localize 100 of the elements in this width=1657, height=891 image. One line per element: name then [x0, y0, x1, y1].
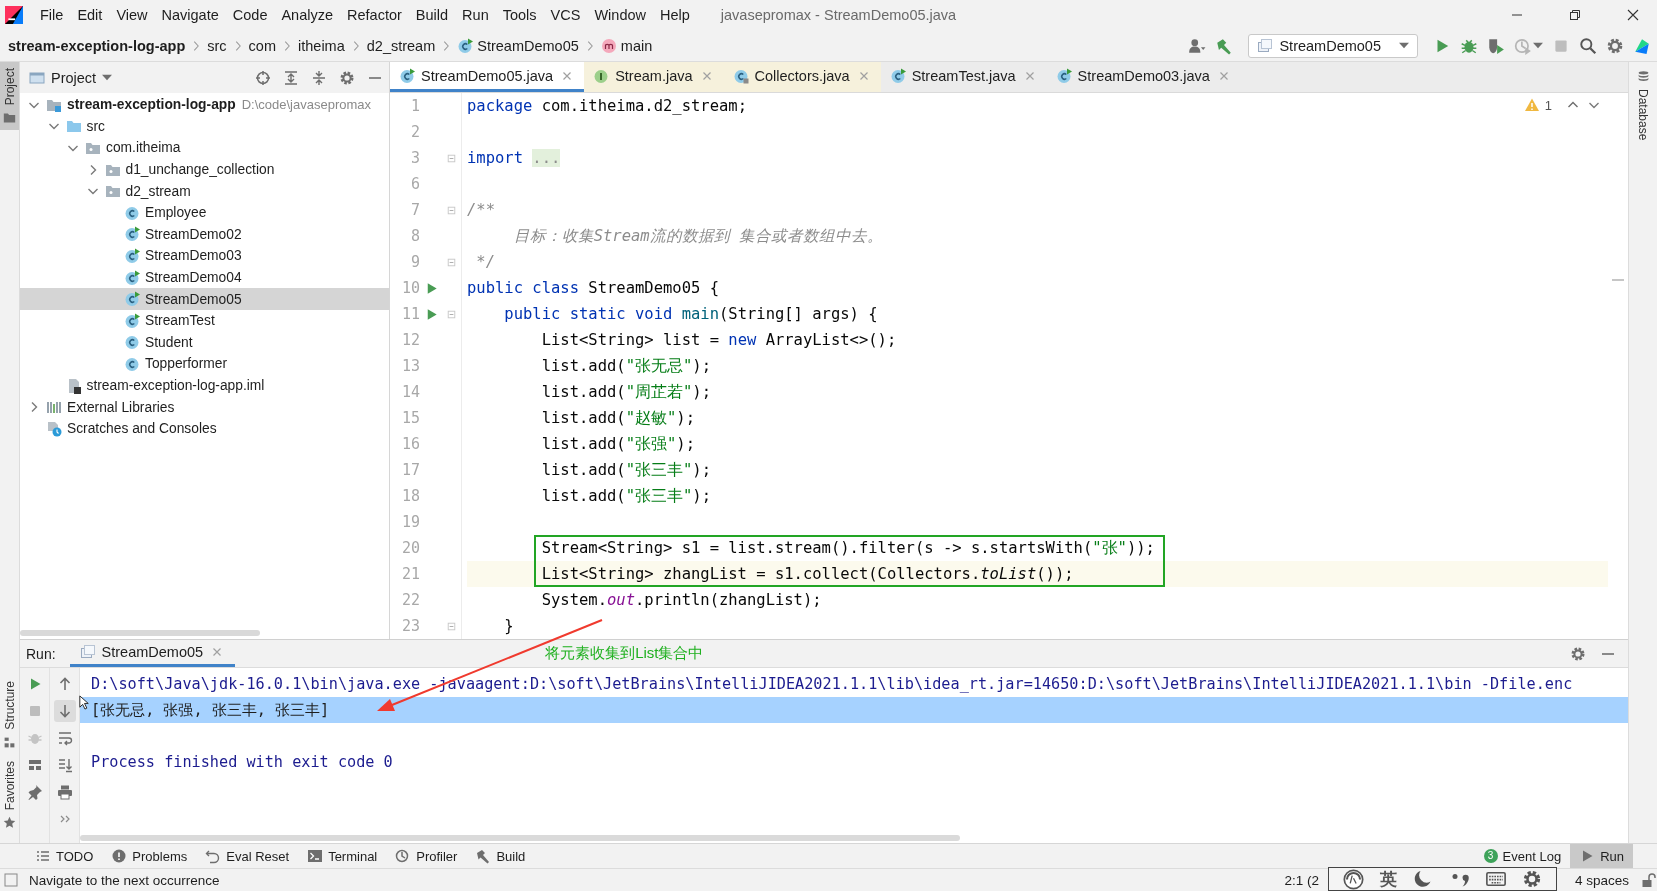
breadcrumb[interactable]: src — [207, 37, 227, 54]
run-config-dropdown[interactable]: StreamDemo05 — [1248, 33, 1418, 58]
padlock-icon[interactable] — [1641, 872, 1657, 888]
tool-window-tab[interactable]: Problems — [102, 844, 197, 868]
tool-window-tab[interactable]: Terminal — [298, 844, 387, 868]
editor-tab[interactable]: Stream.java — [584, 62, 724, 92]
arrow-down-button[interactable] — [53, 700, 76, 722]
line-number: 11 — [400, 305, 420, 323]
caret-icon — [102, 74, 113, 81]
tree-item[interactable]: StreamDemo03 — [20, 245, 389, 267]
tree-item[interactable]: StreamDemo04 — [20, 266, 389, 289]
breadcrumb[interactable]: stream-exception-log-app — [8, 37, 186, 54]
tree-item[interactable]: StreamDemo02 — [20, 223, 389, 246]
class-icon — [124, 291, 140, 308]
side-tab[interactable]: Favorites — [0, 754, 19, 835]
scrollbar[interactable] — [80, 835, 960, 841]
menu-item[interactable]: Navigate — [154, 7, 226, 23]
line-number: 13 — [400, 357, 420, 375]
breadcrumb[interactable]: StreamDemo05 — [457, 37, 579, 54]
terminal-icon — [307, 848, 324, 864]
menu-item[interactable]: Analyze — [274, 7, 341, 23]
crosshair-icon[interactable] — [255, 69, 271, 86]
line-number: 6 — [409, 175, 420, 193]
ime-mode[interactable]: 英 — [1380, 867, 1398, 891]
breadcrumb[interactable]: main — [600, 37, 653, 54]
class-icon — [124, 355, 140, 372]
menu-item[interactable]: File — [33, 7, 71, 23]
tree-item[interactable]: d2_stream — [20, 180, 389, 202]
keyboard-icon[interactable] — [1485, 869, 1506, 889]
panel-title[interactable]: Project — [29, 69, 113, 86]
caret-icon[interactable] — [1533, 42, 1543, 49]
editor-tab[interactable]: StreamTest.java — [880, 62, 1047, 92]
soft-wrap-icon[interactable] — [56, 730, 73, 746]
shield-play-icon[interactable] — [1487, 36, 1505, 55]
settings-icon[interactable] — [1521, 869, 1542, 889]
side-tab[interactable]: Structure — [0, 674, 19, 755]
caret-icon — [1399, 42, 1409, 49]
editor-tab[interactable]: StreamDemo05.java — [390, 62, 585, 92]
scroll-to-end-icon[interactable] — [56, 757, 73, 773]
cursor-position[interactable]: 2:1 (2 — [1284, 872, 1319, 888]
breadcrumb[interactable]: com — [248, 37, 276, 54]
line-number: 10 — [400, 279, 420, 297]
menu-item[interactable]: View — [109, 7, 155, 23]
tree-item[interactable]: Student — [20, 331, 389, 354]
print-icon[interactable] — [56, 784, 73, 800]
menu-item[interactable]: Help — [653, 7, 697, 23]
tree-item[interactable]: StreamTest — [20, 309, 389, 332]
menu-item[interactable]: Window — [587, 7, 653, 23]
editor-tab[interactable]: StreamDemo03.java — [1046, 62, 1241, 92]
menu-item[interactable]: Code — [225, 7, 275, 23]
line-number: 1 — [409, 97, 420, 115]
line-number: 2 — [409, 123, 420, 141]
side-tab[interactable]: Project — [0, 62, 19, 131]
menu-item[interactable]: Run — [455, 7, 496, 23]
tool-window-tab[interactable]: Run — [1570, 844, 1633, 868]
ime-logo-icon[interactable] — [1343, 868, 1365, 890]
collapse-all-icon[interactable] — [311, 69, 327, 86]
breadcrumb[interactable]: itheima — [298, 37, 345, 54]
scrollbar[interactable] — [20, 630, 260, 636]
layout-icon[interactable] — [26, 757, 43, 773]
side-tab[interactable]: Database — [1629, 62, 1657, 147]
warning-count[interactable]: 1 — [1544, 97, 1552, 113]
expand-all-icon[interactable] — [283, 69, 299, 86]
tree-item[interactable]: stream-exception-log-app D:\code\javasepromax — [20, 94, 389, 116]
app-logo-icon[interactable] — [5, 6, 23, 24]
tool-window-tab[interactable]: Eval Reset — [196, 844, 299, 868]
indent-setting[interactable]: 4 spaces — [1574, 872, 1629, 888]
settings-icon[interactable] — [1570, 645, 1586, 662]
line-number: 12 — [400, 331, 420, 349]
window-icon — [79, 644, 96, 660]
tool-window-tab[interactable]: 3 Event Log — [1474, 844, 1571, 868]
tree-item[interactable]: src — [20, 115, 389, 138]
tree-item[interactable]: Employee — [20, 201, 389, 224]
hammer-icon[interactable] — [1215, 36, 1234, 55]
search-icon[interactable] — [1579, 36, 1597, 55]
tree-item[interactable]: StreamDemo05 — [20, 288, 389, 310]
tree-item[interactable]: stream-exception-log-app.iml — [20, 374, 389, 397]
problems-icon — [111, 848, 128, 864]
menu-item[interactable]: Edit — [70, 7, 110, 23]
tree-item[interactable]: com.itheima — [20, 137, 389, 159]
tool-window-tab[interactable]: TODO — [26, 844, 103, 868]
menu-item[interactable]: Refactor — [340, 7, 409, 23]
tree-item[interactable]: Scratches and Consoles — [20, 417, 389, 440]
pin-icon[interactable] — [26, 784, 43, 800]
console-tab[interactable]: StreamDemo05 — [69, 640, 236, 667]
menu-item[interactable]: Tools — [495, 7, 544, 23]
folder-icon — [65, 118, 82, 135]
menu-item[interactable]: VCS — [543, 7, 588, 23]
tree-item[interactable]: Topperformer — [20, 353, 389, 375]
editor-tab[interactable]: Collectors.java — [723, 62, 881, 92]
menu-item[interactable]: Build — [408, 7, 456, 23]
class-icon — [732, 67, 749, 84]
tool-window-tab[interactable]: Profiler — [386, 844, 467, 868]
tree-item[interactable]: d1_unchange_collection — [20, 158, 389, 181]
breadcrumb[interactable]: d2_stream — [366, 37, 436, 54]
tree-item[interactable]: External Libraries — [20, 396, 389, 418]
settings-icon[interactable] — [339, 69, 355, 86]
tool-window-tab[interactable]: Build — [466, 844, 535, 868]
settings-icon[interactable] — [1606, 36, 1624, 55]
user-icon[interactable] — [1188, 36, 1207, 55]
